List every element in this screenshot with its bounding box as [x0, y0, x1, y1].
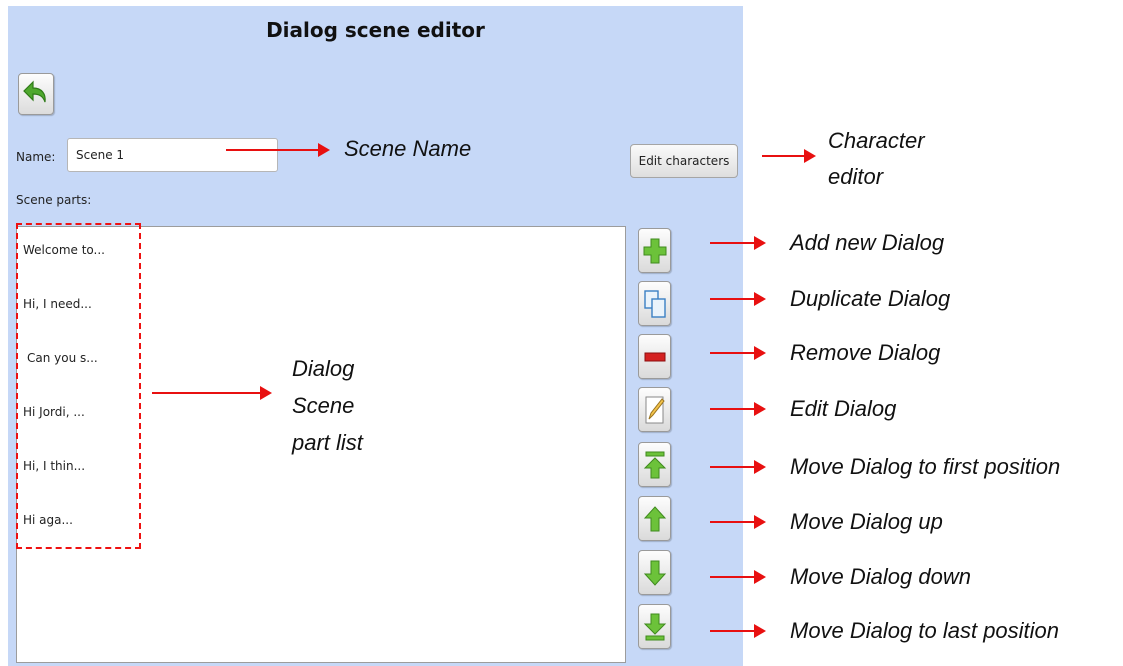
move-up-icon — [643, 505, 666, 531]
annotation-edit: Edit Dialog — [790, 396, 897, 421]
annotation-arrow — [710, 236, 766, 250]
move-down-button[interactable] — [638, 550, 671, 595]
scene-name-input[interactable]: Scene 1 — [67, 138, 278, 172]
page-title: Dialog scene editor — [266, 18, 485, 42]
back-button[interactable] — [18, 73, 54, 115]
remove-dialog-button[interactable] — [638, 334, 671, 379]
add-dialog-button[interactable] — [638, 228, 671, 273]
annotation-arrow — [762, 149, 816, 163]
duplicate-icon — [643, 289, 666, 318]
annotation-arrow — [710, 624, 766, 638]
annotation-arrow — [152, 386, 272, 400]
scene-name-value: Scene 1 — [76, 148, 125, 162]
add-icon — [643, 238, 666, 263]
annotation-remove: Remove Dialog — [790, 340, 941, 365]
move-last-button[interactable] — [638, 604, 671, 649]
edit-dialog-button[interactable] — [638, 387, 671, 432]
annotation-add: Add new Dialog — [790, 230, 945, 255]
annotation-arrow — [710, 346, 766, 360]
name-label: Name: — [16, 150, 56, 164]
edit-characters-button[interactable]: Edit characters — [630, 144, 738, 178]
remove-icon — [644, 352, 665, 361]
annotation-scene-name: Scene Name — [344, 136, 472, 161]
annotation-move-up: Move Dialog up — [790, 509, 943, 534]
annotation-character-editor-2: editor — [828, 164, 884, 189]
annotation-character-editor-1: Character — [828, 128, 925, 153]
annotation-arrow — [710, 292, 766, 306]
move-first-icon — [643, 451, 666, 478]
back-arrow-icon — [23, 80, 46, 103]
annotation-dialog-list-1: Dialog — [292, 356, 355, 381]
annotation-dialog-list-2: Scene — [292, 393, 355, 418]
move-up-button[interactable] — [638, 496, 671, 541]
annotation-arrow — [710, 570, 766, 584]
move-last-icon — [643, 613, 666, 640]
annotation-move-down: Move Dialog down — [790, 564, 971, 589]
annotation-arrow — [710, 402, 766, 416]
annotation-dialog-list-3: part list — [292, 430, 363, 455]
annotation-arrow — [710, 460, 766, 474]
move-first-button[interactable] — [638, 442, 671, 487]
scene-parts-label: Scene parts: — [16, 193, 92, 207]
annotation-arrow — [710, 515, 766, 529]
edit-icon — [645, 396, 665, 423]
annotation-move-last: Move Dialog to last position — [790, 618, 1060, 643]
scene-part-list-highlight — [16, 223, 141, 549]
move-down-icon — [643, 560, 666, 586]
annotation-duplicate: Duplicate Dialog — [790, 286, 951, 311]
annotation-move-first: Move Dialog to first position — [790, 454, 1061, 479]
duplicate-dialog-button[interactable] — [638, 281, 671, 326]
annotation-arrow — [226, 143, 330, 157]
